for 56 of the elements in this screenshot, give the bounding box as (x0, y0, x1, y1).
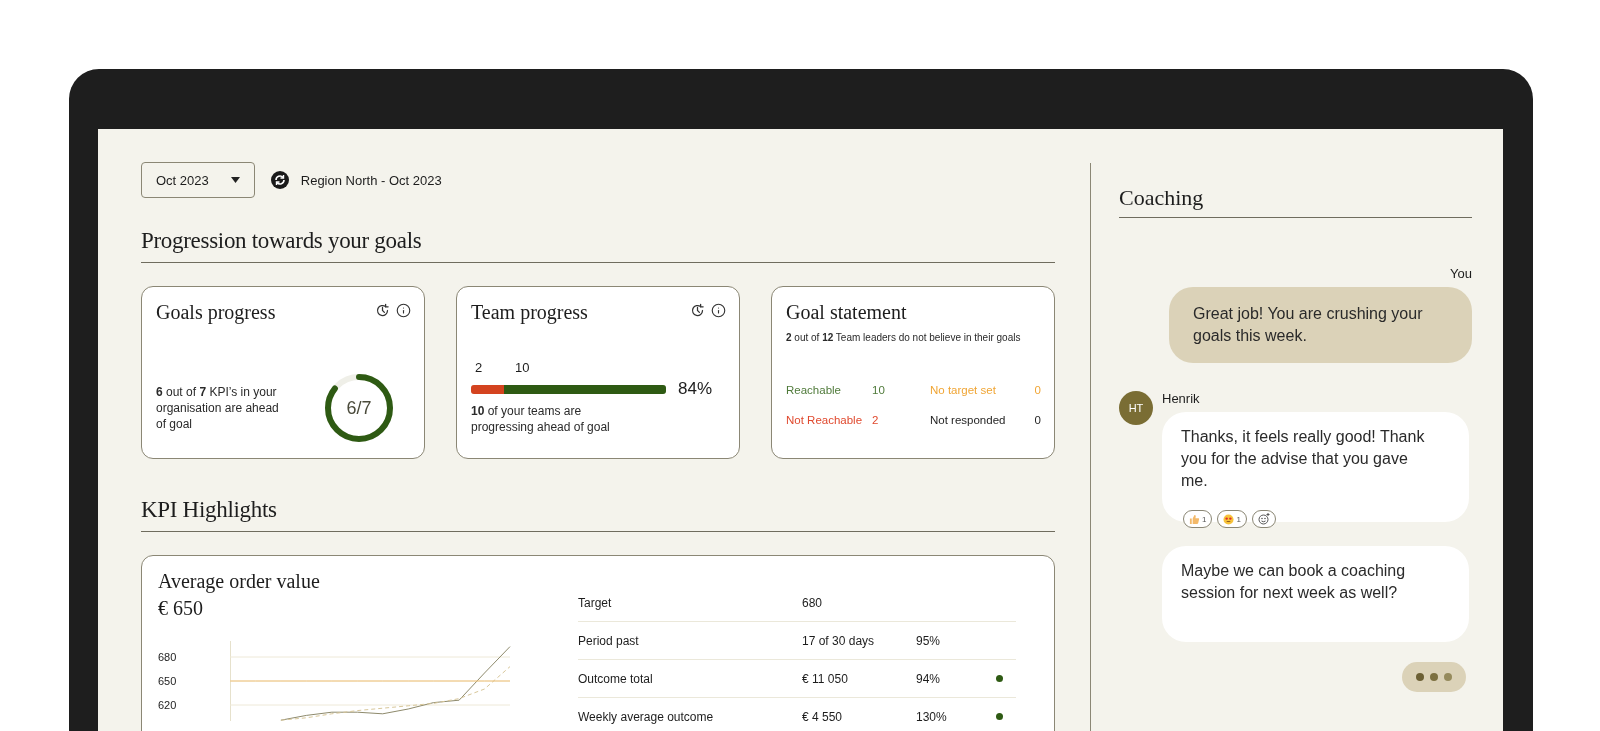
sender-name: Henrik (1162, 391, 1200, 406)
row-label: Period past (578, 633, 640, 648)
stat-value: 0 (1033, 384, 1041, 396)
row-label: Weekly average outcome (578, 709, 715, 724)
stat-value: 0 (1033, 414, 1041, 426)
card-title: Average order value (158, 570, 321, 593)
card-title: Goals progress (156, 301, 276, 324)
segment-label: 2 (475, 360, 484, 375)
reaction-chip[interactable]: 1 (1217, 510, 1247, 528)
stat-label: No target set (930, 384, 997, 396)
card-title: Team progress (471, 301, 588, 324)
history-icon[interactable] (690, 303, 705, 318)
star-eyes-emoji-icon (1223, 513, 1235, 525)
segment-label: 10 (515, 360, 530, 375)
percent-value: 84% (678, 379, 713, 399)
stat-label: Not Reachable (786, 414, 864, 426)
row-percent: 130% (916, 709, 948, 724)
info-icon[interactable] (711, 303, 726, 318)
row-label: Outcome total (578, 671, 654, 686)
kpi-value: € 650 (158, 597, 204, 620)
reaction-chip[interactable]: 1 (1183, 510, 1213, 528)
stat-value: 2 (872, 414, 880, 426)
smiley-icon (1257, 513, 1270, 525)
row-percent: 95% (916, 633, 942, 648)
context-label: Region North - Oct 2023 (300, 172, 442, 188)
info-icon[interactable] (396, 303, 411, 318)
avatar: HT (1119, 391, 1153, 425)
axis-label: 680 (158, 651, 177, 663)
ring-label: 6/7 (345, 396, 373, 420)
stat-value: 10 (872, 384, 886, 396)
caret-icon (230, 177, 240, 183)
team-summary: 10 of your teams are progressing ahead of goal (471, 403, 611, 435)
row-value: 680 (802, 595, 824, 610)
row-label: Target (578, 595, 613, 610)
panel-title: Coaching (1119, 185, 1472, 218)
thumbs-up-icon (1189, 513, 1200, 525)
received-message-bubble: Maybe we can book a coaching session for next week as well? (1162, 546, 1469, 642)
goals-summary: 6 out of 7 KPI’s in your organisation are ahead of goal (156, 384, 280, 432)
row-value: € 11 050 (802, 671, 849, 686)
dots-icon (1416, 673, 1452, 681)
sender-name: You (1450, 266, 1472, 281)
history-icon[interactable] (375, 303, 390, 318)
axis-label: 650 (158, 675, 177, 687)
card-title: Goal statement (786, 301, 908, 324)
row-value: € 4 550 (802, 709, 844, 724)
sync-icon[interactable] (270, 171, 289, 189)
sent-message-bubble: Great job! You are crushing your goals this week. (1169, 287, 1472, 363)
stat-label: Reachable (786, 384, 842, 396)
section-heading: KPI Highlights (141, 497, 1055, 532)
row-value: 17 of 30 days (802, 633, 876, 648)
row-percent: 94% (916, 671, 942, 686)
statement-summary: 2 out of 12 Team leaders do not believe in their goals (786, 331, 1022, 345)
stat-label: Not responded (930, 414, 1007, 426)
section-heading: Progression towards your goals (141, 228, 1055, 263)
axis-label: 620 (158, 699, 177, 711)
period-dropdown[interactable]: Oct 2023 (141, 162, 255, 198)
